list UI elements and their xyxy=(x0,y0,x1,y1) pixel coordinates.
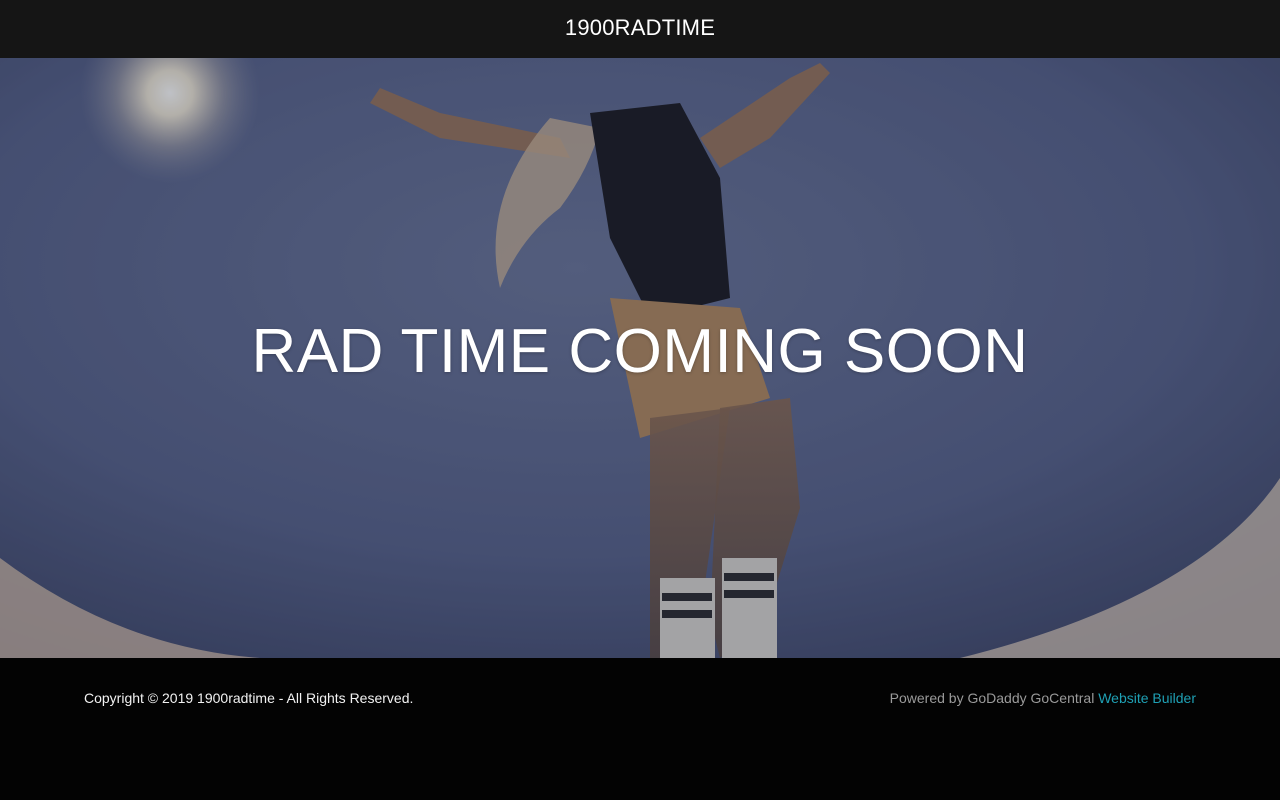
hero-heading: RAD TIME COMING SOON xyxy=(251,317,1029,386)
site-header: 1900RADTIME xyxy=(0,0,1280,58)
powered-by: Powered by GoDaddy GoCentral Website Bui… xyxy=(890,690,1196,706)
copyright-text: Copyright © 2019 1900radtime - All Right… xyxy=(84,690,414,706)
powered-by-text: Powered by GoDaddy GoCentral xyxy=(889,690,1095,706)
site-footer: Copyright © 2019 1900radtime - All Right… xyxy=(0,658,1280,800)
site-title-link[interactable]: 1900RADTIME xyxy=(565,15,715,41)
website-builder-link[interactable]: Website Builder xyxy=(1098,690,1196,706)
hero-section: RAD TIME COMING SOON xyxy=(0,58,1280,658)
